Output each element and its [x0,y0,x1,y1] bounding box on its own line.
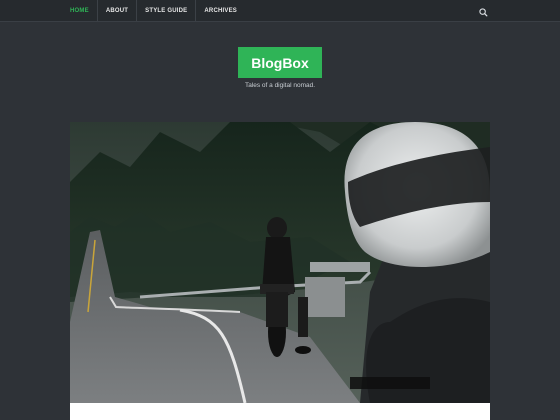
nav-item-style-guide[interactable]: STYLE GUIDE [136,0,195,21]
site-logo[interactable]: BlogBox [238,47,322,78]
nav-item-about[interactable]: ABOUT [96,0,136,21]
nav-item-archives[interactable]: ARCHIVES [195,0,245,21]
search-button[interactable] [478,5,489,17]
post-card [70,403,490,420]
featured-photo [70,122,490,403]
nav-item-home[interactable]: HOME [70,0,97,21]
featured-image[interactable] [70,122,490,403]
nav-menu: HOME ABOUT STYLE GUIDE ARCHIVES [70,0,245,21]
search-icon [479,8,488,17]
site-tagline: Tales of a digital nomad. [244,82,316,89]
top-navigation: HOME ABOUT STYLE GUIDE ARCHIVES [0,0,560,22]
